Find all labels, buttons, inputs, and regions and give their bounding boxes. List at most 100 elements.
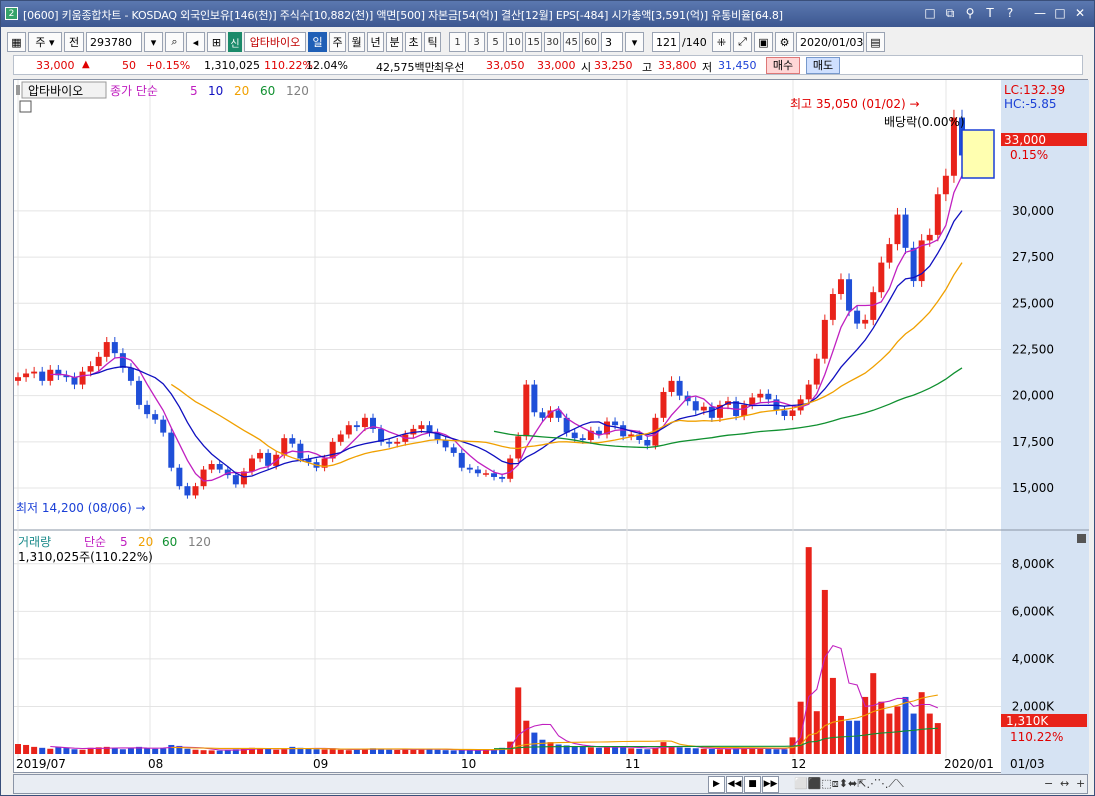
interval-input[interactable]: 3	[601, 32, 623, 52]
volume-bar	[39, 747, 46, 754]
candle	[353, 425, 360, 428]
font-icon[interactable]: T	[982, 5, 998, 22]
interval-60[interactable]: 60	[582, 32, 599, 52]
candle	[837, 279, 844, 295]
candle	[289, 438, 296, 444]
forward-icon[interactable]: ▶▶	[762, 776, 779, 793]
volume-bar	[273, 749, 280, 754]
candle	[119, 353, 126, 368]
tab-second[interactable]: 초	[405, 32, 422, 52]
volume-bar	[587, 747, 594, 754]
volume-bar	[894, 706, 901, 754]
tab-year[interactable]: 년	[367, 32, 384, 52]
tab-day[interactable]: 일	[308, 32, 327, 52]
save-icon[interactable]: ▣	[754, 32, 773, 52]
x-label-2019-07: 2019/07	[16, 757, 66, 771]
high-label: 고	[642, 61, 653, 74]
close-icon[interactable]: ✕	[1072, 5, 1088, 22]
ma10-legend: 10	[208, 84, 223, 98]
sell-button[interactable]: 매도	[806, 57, 840, 74]
x-label-08: 08	[148, 757, 163, 771]
candle	[507, 458, 514, 479]
stop-icon[interactable]: ■	[744, 776, 761, 793]
chart-canvas[interactable]: 30,000 27,500 25,000 22,500 20,000 17,500 15,0…	[14, 80, 1089, 774]
volume-bar	[184, 748, 191, 754]
interval-15[interactable]: 15	[525, 32, 542, 52]
interval-5[interactable]: 5	[487, 32, 504, 52]
chart-type-icon[interactable]: ▦	[7, 32, 26, 52]
tab-week[interactable]: 주	[329, 32, 346, 52]
candle	[902, 214, 909, 248]
pin-icon[interactable]: ⚲	[962, 5, 978, 22]
candle	[926, 234, 933, 241]
candle	[620, 425, 627, 437]
panel-close-icon[interactable]	[1077, 534, 1086, 543]
speaker-icon[interactable]: ◂	[186, 32, 205, 52]
table-icon[interactable]	[19, 100, 32, 113]
candle	[660, 391, 667, 418]
gear-icon[interactable]: ⚙	[775, 32, 794, 52]
volume-bar	[821, 589, 828, 754]
tab-month[interactable]: 월	[348, 32, 365, 52]
zoom-out-icon[interactable]: −	[1044, 777, 1053, 790]
candle	[571, 432, 578, 439]
candle	[144, 404, 151, 415]
tab-tick[interactable]: 틱	[424, 32, 441, 52]
interval-45[interactable]: 45	[563, 32, 580, 52]
volume-bar	[111, 748, 118, 754]
tab-minute[interactable]: 분	[386, 32, 403, 52]
code-input[interactable]: 293780	[86, 32, 142, 52]
cascade-icon[interactable]: ⧉	[942, 5, 958, 22]
price-tick-label: 20,000	[1012, 389, 1054, 403]
crosshair-icon[interactable]: ⁜	[712, 32, 731, 52]
dividend-annotation: 배당락(0.00%)	[884, 115, 965, 129]
rewind-icon[interactable]: ◀◀	[726, 776, 743, 793]
candle	[79, 371, 86, 385]
search-icon[interactable]: ⌕	[165, 32, 184, 52]
volume-bar	[289, 746, 296, 754]
period-select[interactable]: 주 ▾	[28, 32, 62, 52]
candle	[200, 469, 207, 487]
buy-button[interactable]: 매수	[766, 57, 800, 74]
minimize-icon[interactable]: —	[1032, 5, 1048, 22]
candle	[39, 371, 46, 381]
count-input[interactable]: 121	[652, 32, 680, 52]
panel-handle-icon[interactable]	[16, 85, 20, 95]
code-dropdown-icon[interactable]: ▾	[144, 32, 163, 52]
fit-icon[interactable]: ↔	[1060, 777, 1069, 790]
interval-3[interactable]: 3	[468, 32, 485, 52]
interval-30[interactable]: 30	[544, 32, 561, 52]
x-label-11: 11	[625, 757, 640, 771]
stock-name-tab[interactable]: 압타바이오	[28, 84, 83, 98]
calendar-icon[interactable]: ▤	[866, 32, 885, 52]
x-label-2020-01: 2020/01	[944, 757, 994, 771]
maximize-icon[interactable]: □	[1052, 5, 1068, 22]
ma20-legend: 20	[234, 84, 249, 98]
candle	[894, 214, 901, 245]
credit-badge: 신	[228, 32, 242, 52]
scroll-right-icon[interactable]: ▶	[708, 776, 725, 793]
candle	[499, 476, 506, 479]
zoom-in-icon[interactable]: +	[1076, 777, 1085, 790]
expand-icon[interactable]: ⊞	[207, 32, 226, 52]
prev-button[interactable]: 전	[64, 32, 84, 52]
chart-area[interactable]: 30,000 27,500 25,000 22,500 20,000 17,500 15,0…	[13, 79, 1089, 774]
volume-bar	[47, 748, 54, 754]
interval-1[interactable]: 1	[449, 32, 466, 52]
volume-bar	[216, 750, 223, 754]
volume-bar	[450, 750, 457, 754]
interval-dropdown-icon[interactable]: ▾	[625, 32, 644, 52]
tools-icon[interactable]: ⤢	[733, 32, 752, 52]
last-price-label: 33,000	[1004, 133, 1046, 147]
date-input[interactable]: 2020/01/03	[796, 32, 864, 52]
interval-10[interactable]: 10	[506, 32, 523, 52]
help-icon[interactable]: ?	[1002, 5, 1018, 22]
volume-bar	[515, 687, 522, 754]
volume-bar	[684, 747, 691, 754]
layout-icon[interactable]: □	[922, 5, 938, 22]
scroll-bar[interactable]: ▶ ◀◀ ■ ▶▶ ⬜⬛⬚⧈⬍⬌⇱⋰⋱⟋⟍ − ↔ +	[13, 774, 1088, 794]
price-change: 50	[122, 59, 136, 72]
drawing-tools-icon[interactable]: ⬜⬛⬚⧈⬍⬌⇱⋰⋱⟋⟍	[794, 777, 904, 791]
volume-bar	[458, 749, 465, 754]
candle	[95, 356, 102, 367]
